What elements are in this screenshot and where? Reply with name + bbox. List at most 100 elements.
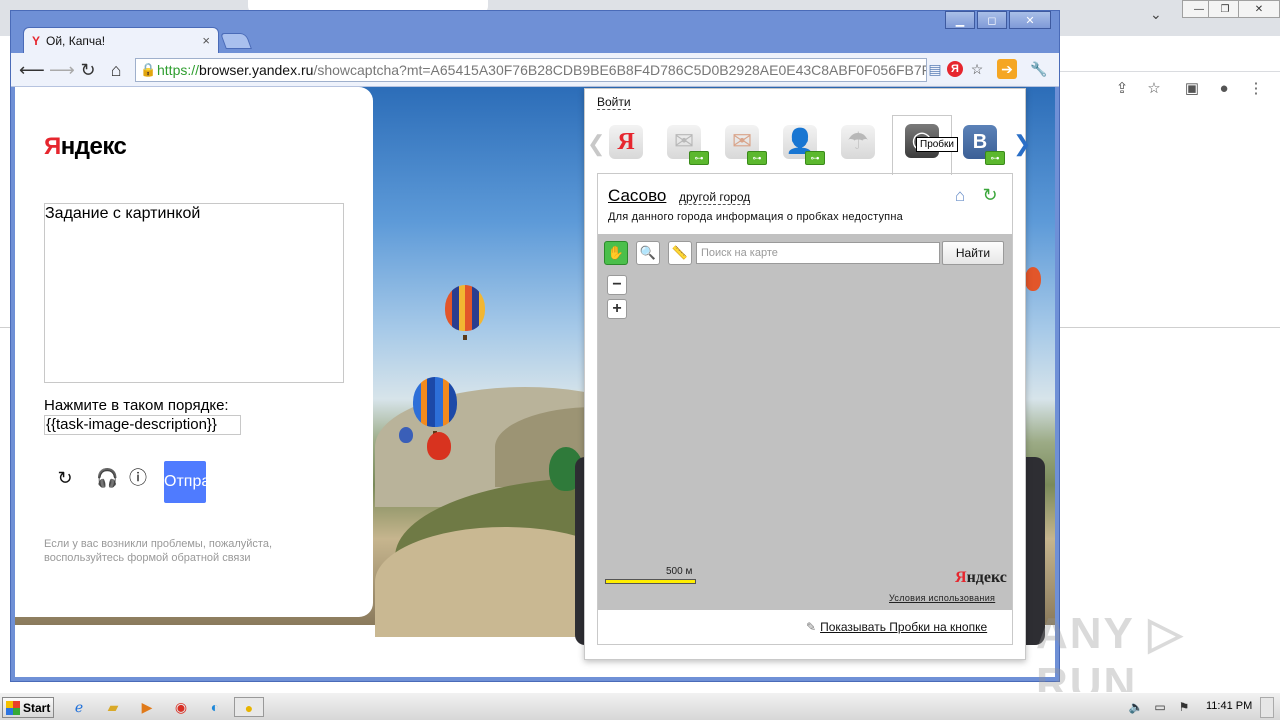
yandex-y-icon: Y [32,33,41,48]
hot-air-balloon [445,285,485,331]
refresh-icon[interactable]: ↻ [54,467,76,489]
restore-icon[interactable]: ❐ [1208,0,1242,18]
minimize-icon[interactable]: ▁ [945,11,975,29]
service-weather[interactable]: ☂ [837,123,881,163]
submit-button[interactable]: Отправить [164,461,206,503]
balloon-basket [463,335,467,340]
traffic-panel: Сасово другой город Для данного города и… [597,173,1013,645]
scale-label: 500 м [666,566,693,577]
back-icon[interactable]: ⟵ [19,59,45,81]
taskbar: Start ℯ ▰ ▶ ◉ ◐ ● 🔈 ▭ ⚑ 11:41 PM [0,692,1280,720]
home-icon[interactable]: ⌂ [105,59,127,81]
no-data-text: Для данного города информация о пробках … [608,211,903,223]
map-search-input[interactable]: Поиск на карте [696,242,940,264]
close-icon[interactable]: ✕ [1009,11,1051,29]
city-name[interactable]: Сасово [608,186,666,206]
find-button[interactable]: Найти [942,241,1004,265]
order-label: Нажмите в таком порядке: [44,397,229,414]
page-icon[interactable]: ▤ [925,59,945,79]
profile-icon[interactable]: ● [1214,80,1234,98]
service-vk[interactable]: В ⊶ [959,123,1005,165]
chrome-icon[interactable]: ◉ [170,697,192,717]
forward-icon[interactable]: ⟶ [49,59,75,81]
refresh-icon[interactable]: ↻ [980,185,1000,205]
service-mail-alt[interactable]: ✉ ⊶ [721,123,767,165]
media-player-icon[interactable]: ▶ [136,697,158,717]
flag-icon[interactable]: ⚑ [1176,699,1192,715]
terms-link[interactable]: Условия использования [889,593,995,603]
key-icon: ⊶ [805,151,825,165]
service-yandex[interactable]: Я [605,123,649,163]
show-traffic-on-button-link[interactable]: ✎ Показывать Пробки на кнопке [806,620,987,634]
close-icon[interactable]: ✕ [1238,0,1280,18]
yandex-logo: Яндекс [44,133,127,161]
other-city-link[interactable]: другой город [679,190,751,205]
volume-icon[interactable]: 🔈 [1128,699,1144,715]
task-image-alt: Задание с картинкой [45,205,201,222]
order-description: {{task-image-description}} [44,415,241,435]
scroll-left-icon[interactable]: ❮ [587,131,605,157]
zoom-out-button[interactable]: − [607,275,627,295]
ruler-tool-icon[interactable]: 📏 [668,241,692,265]
yandex-icon[interactable]: Я [947,61,963,77]
yandex-bar-popup: Войти ❮ Я ✉ ⊶ ✉ ⊶ 👤 ⊶ ☂ ◎ Пробки В ⊶ ❯ С… [584,88,1031,660]
key-icon: ⊶ [985,151,1005,165]
star-icon[interactable]: ☆ [1144,80,1164,98]
windows-flag-icon [6,700,20,715]
start-label: Start [23,700,51,715]
service-friends[interactable]: 👤 ⊶ [779,123,825,165]
yandex-browser-taskbar-icon[interactable]: ● [234,697,264,717]
edge-icon[interactable]: ◐ [204,697,226,717]
tab-captcha[interactable]: Y Ой, Капча! × [23,27,219,53]
key-icon: ⊶ [689,151,709,165]
service-mail[interactable]: ✉ ⊶ [663,123,709,165]
tab-close-icon[interactable]: × [202,33,210,48]
new-tab-button[interactable] [220,33,252,49]
key-icon: ⊶ [747,151,767,165]
side-panel-icon[interactable]: ▣ [1182,80,1202,98]
network-icon[interactable]: ▭ [1152,699,1168,715]
map-logo-rest: ндекс [966,569,1007,586]
hot-air-balloon [1025,267,1041,291]
start-button[interactable]: Start [2,697,54,718]
yandex-icon: Я [609,125,643,159]
traffic-map[interactable]: ✋ 🔍 📏 Поиск на карте Найти − + 500 м Янд… [598,234,1012,610]
wrench-icon[interactable]: 🔧 [1029,59,1049,79]
url-host: browser.yandex.ru [199,62,314,78]
map-logo-letter: Я [955,569,967,586]
menu-icon[interactable]: ⋮ [1246,80,1266,98]
captcha-card: Яндекс Задание с картинкой Нажмите в так… [15,87,373,617]
feedback-text: Если у вас возникли проблемы, пожалуйста… [44,538,273,564]
submit-label: Отправить [164,473,206,490]
hot-air-balloon [413,377,457,427]
show-desktop-button[interactable] [1260,697,1274,718]
magnifier-tool-icon[interactable]: 🔍 [636,241,660,265]
reload-icon[interactable]: ↻ [77,59,99,81]
scroll-right-icon[interactable]: ❯ [1013,131,1031,157]
hot-air-balloon [399,427,413,443]
address-bar[interactable]: 🔒 https://browser.yandex.ru/showcaptcha?… [135,58,927,82]
url-path: /showcaptcha?mt=A65415A30F76B28CDB9BE6B8… [313,62,927,78]
lock-icon: 🔒 [140,62,157,77]
internet-explorer-icon[interactable]: ℯ [68,697,90,717]
task-image[interactable]: Задание с картинкой [44,203,344,383]
show-traffic-label: Показывать Пробки на кнопке [820,620,988,634]
scale-bar [605,579,696,584]
folder-icon[interactable]: ▰ [102,697,124,717]
home-icon[interactable]: ⌂ [950,186,970,206]
headphones-icon[interactable]: 🎧 [96,467,118,489]
hand-tool-icon[interactable]: ✋ [604,241,628,265]
info-icon[interactable]: ⓘ [127,467,149,489]
yandex-bar-extension-icon[interactable]: ➔ [997,59,1017,79]
chevron-down-icon[interactable]: ⌄ [1150,6,1162,23]
maximize-icon[interactable]: ◻ [977,11,1007,29]
logo-rest: ндекс [60,133,127,160]
url-scheme: https:// [157,62,200,78]
login-link[interactable]: Войти [597,95,631,110]
share-icon[interactable]: ⇪ [1112,80,1132,98]
navigation-bar: ⟵ ⟶ ↻ ⌂ 🔒 https://browser.yandex.ru/show… [11,53,1059,87]
zoom-in-button[interactable]: + [607,299,627,319]
umbrella-icon: ☂ [841,125,875,159]
bookmark-star-icon[interactable]: ☆ [967,59,987,79]
hot-air-balloon [427,432,451,460]
